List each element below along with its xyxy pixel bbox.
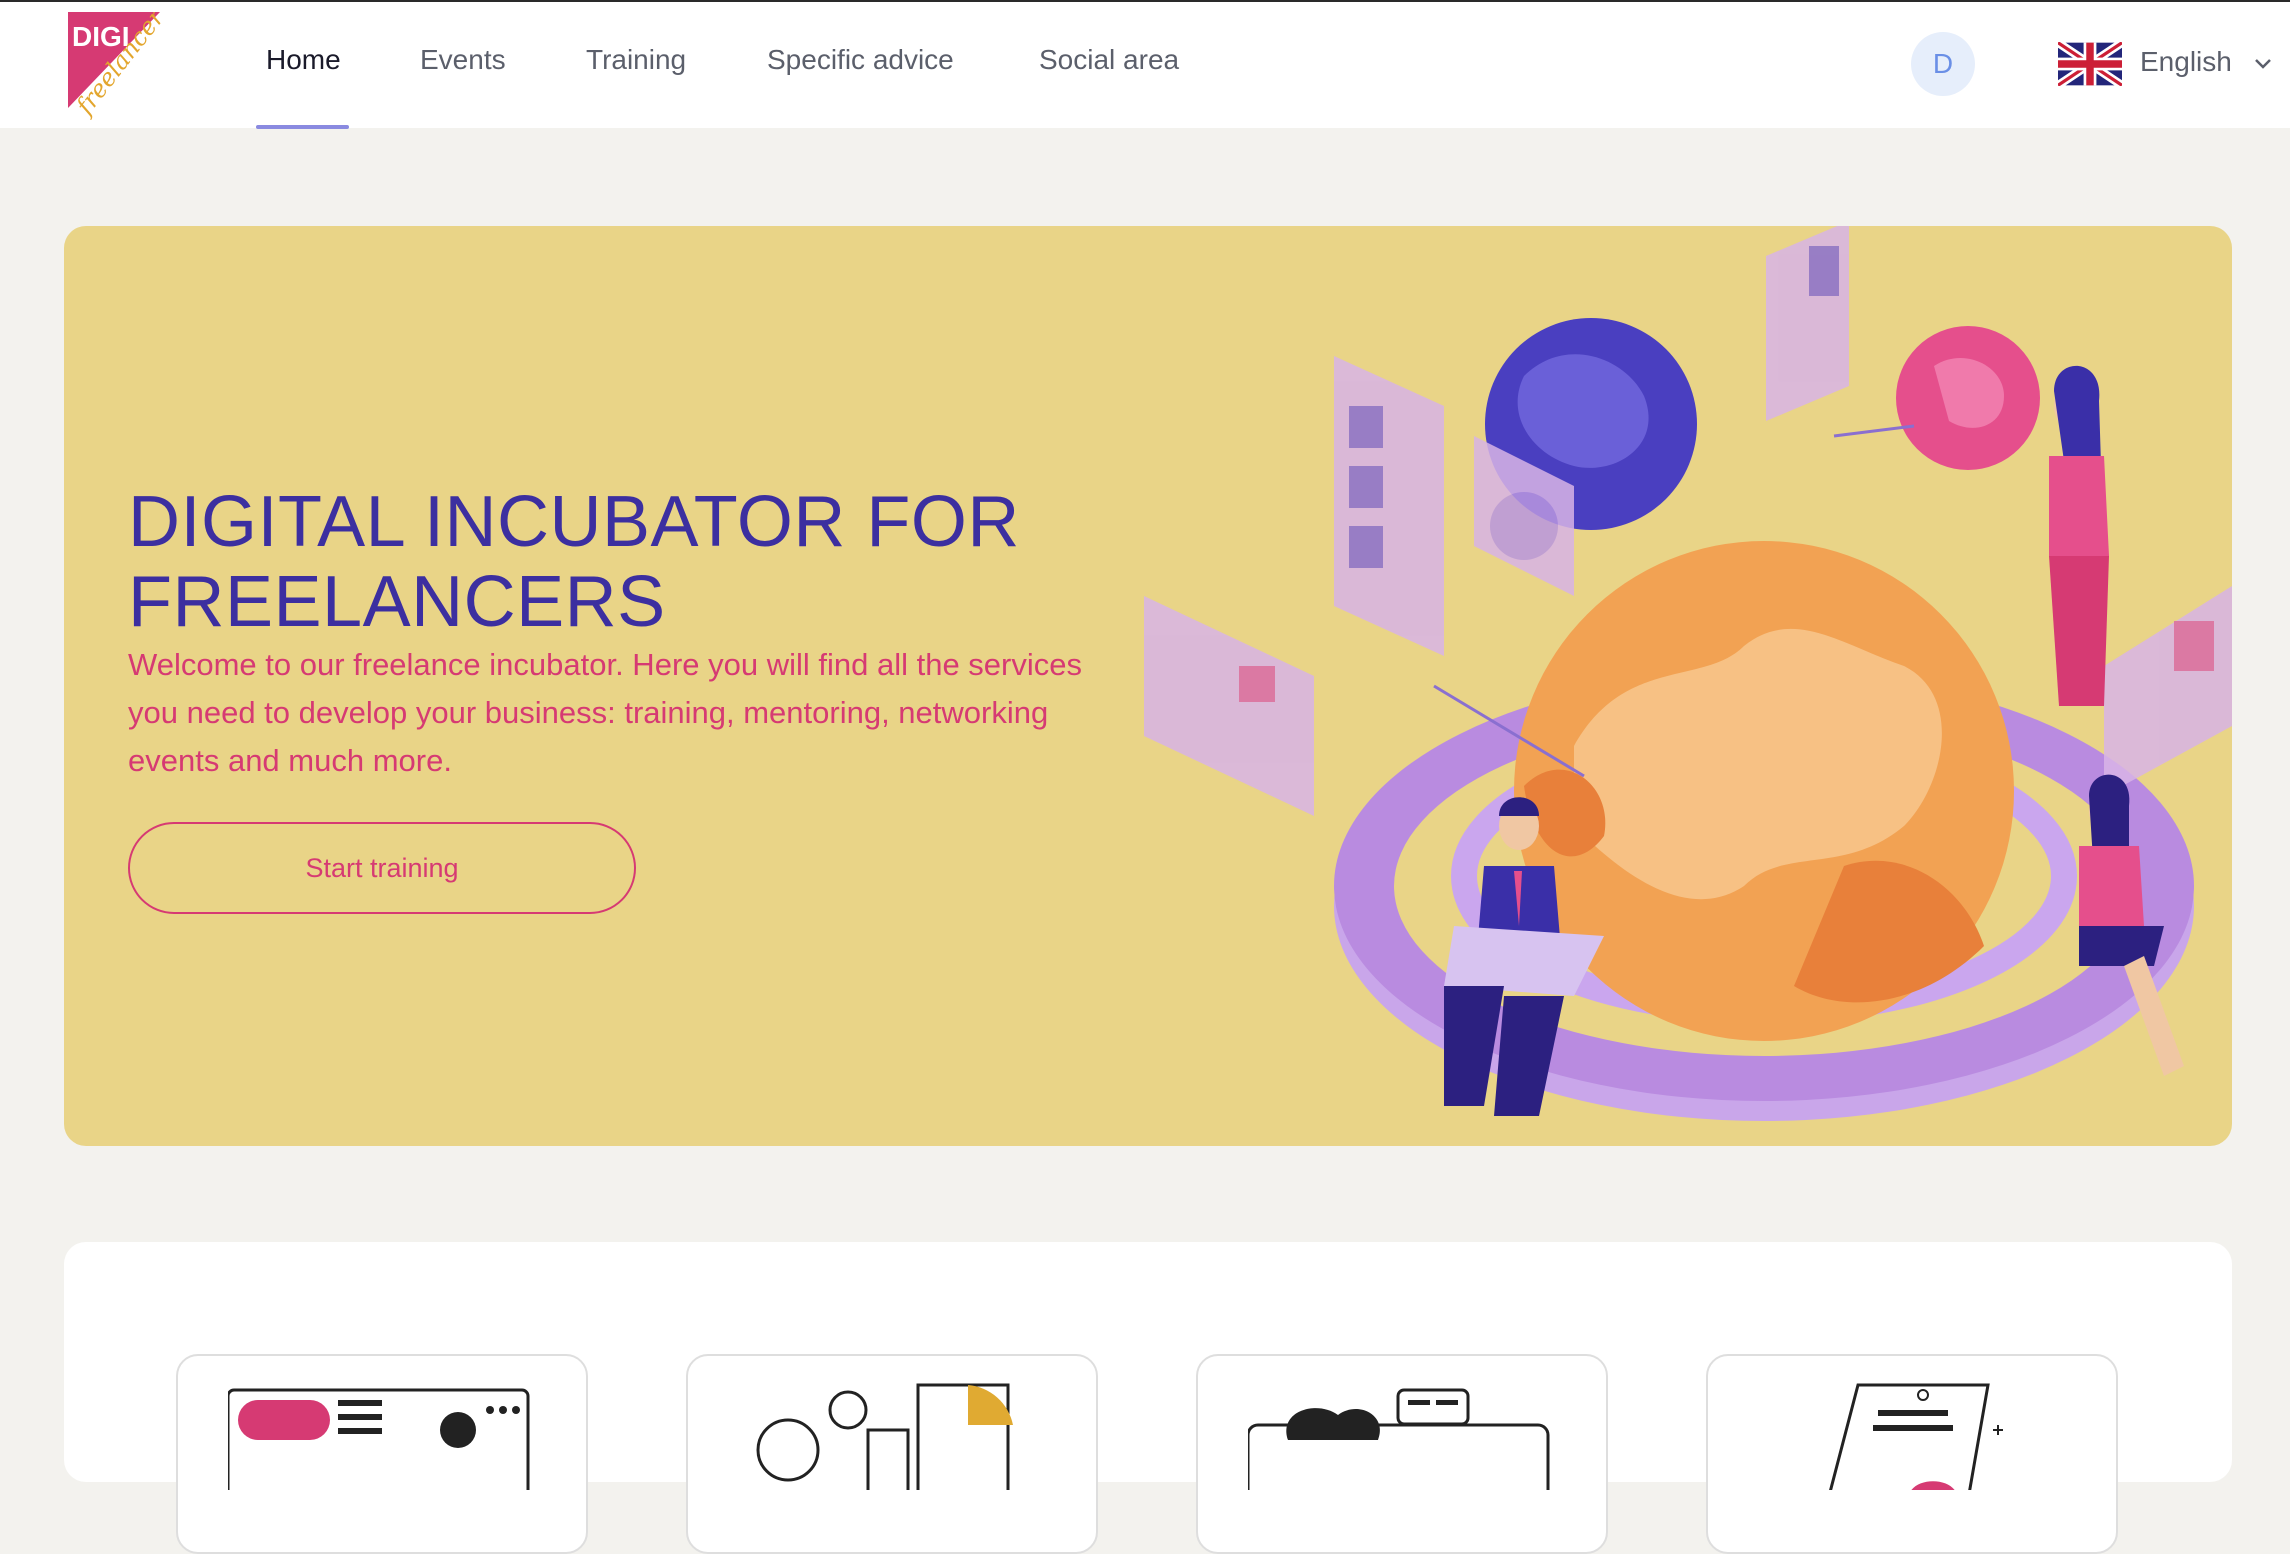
globe-network-illustration	[1144, 226, 2232, 1121]
feature-card-3[interactable]	[1196, 1354, 1608, 1554]
mobile-device-illustration	[1829, 1383, 2003, 1490]
uk-flag-icon	[2058, 42, 2122, 86]
site-header: DIGI freelancer Home Events Training Spe…	[0, 2, 2290, 129]
chat-community-illustration	[1248, 1388, 1550, 1490]
features-section	[64, 1242, 2232, 1554]
nav-social-area[interactable]: Social area	[1039, 44, 1179, 76]
hero-description: Welcome to our freelance incubator. Here…	[128, 647, 1082, 778]
nav-specific-advice[interactable]: Specific advice	[767, 44, 954, 76]
start-training-button[interactable]: Start training	[128, 822, 636, 914]
feature-card-2[interactable]	[686, 1354, 1098, 1554]
nav-home[interactable]: Home	[266, 44, 341, 76]
feature-card-1[interactable]	[176, 1354, 588, 1554]
feature-card-4[interactable]	[1706, 1354, 2118, 1554]
active-tab-indicator	[256, 125, 349, 129]
nav-training[interactable]: Training	[586, 44, 686, 76]
user-avatar[interactable]: D	[1911, 32, 1975, 96]
digi-freelancer-logo[interactable]: DIGI freelancer	[66, 2, 172, 121]
hero-banner: DIGITAL INCUBATOR FOR FREELANCERS Welcom…	[64, 226, 2232, 1146]
chevron-down-icon	[2255, 59, 2271, 69]
nav-events[interactable]: Events	[420, 44, 506, 76]
hero-title: DIGITAL INCUBATOR FOR FREELANCERS	[128, 482, 1020, 643]
web-page-illustration	[228, 1388, 530, 1490]
language-label: English	[2140, 46, 2232, 77]
analytics-gears-illustration	[756, 1383, 1013, 1490]
